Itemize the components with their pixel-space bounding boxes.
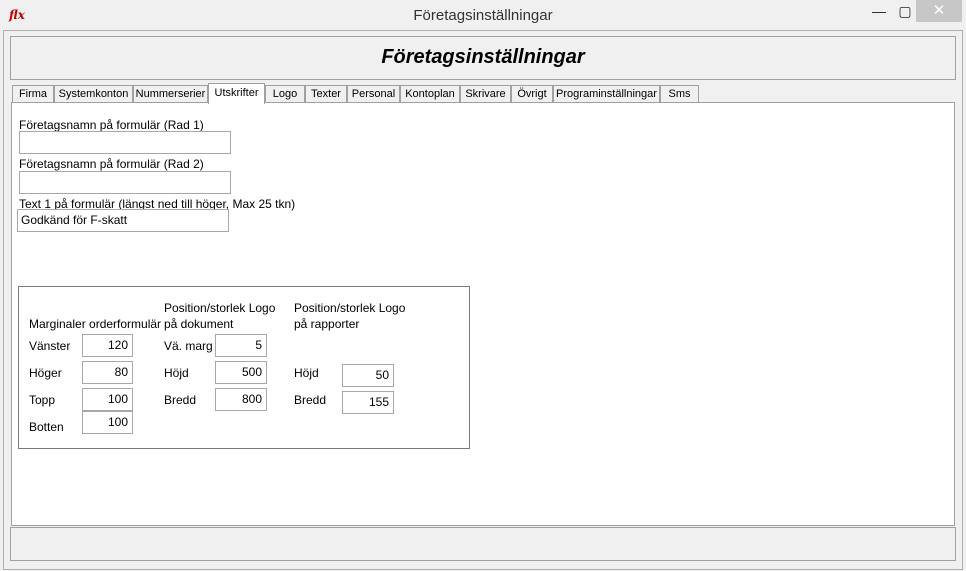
tab-kontoplan[interactable]: Kontoplan [400, 85, 460, 102]
tab-texter[interactable]: Texter [305, 85, 347, 102]
window-title: Företagsinställningar [413, 7, 553, 24]
logo-doc-margin-input[interactable]: 5 [215, 334, 267, 357]
logo-rep-height-input[interactable]: 50 [342, 364, 394, 387]
logo-rep-height-label: Höjd [294, 366, 319, 380]
logo-rep-width-input[interactable]: 155 [342, 391, 394, 414]
margin-top-label: Topp [29, 393, 56, 407]
logo-doc-width-label: Bredd [164, 393, 197, 407]
tab-programinstallningar[interactable]: Programinställningar [553, 85, 660, 102]
logo-doc-height-input[interactable]: 500 [215, 361, 267, 384]
tab-firma[interactable]: Firma [12, 85, 54, 102]
page-title: Företagsinställningar [381, 46, 585, 68]
tab-ovrigt[interactable]: Övrigt [511, 85, 553, 102]
close-button[interactable]: ✕ [916, 0, 962, 22]
logo-rep-width-label: Bredd [294, 393, 327, 407]
logo-doc-height-label: Höjd [164, 366, 189, 380]
rad1-input[interactable] [19, 131, 231, 154]
logo-reports-heading: Position/storlek Logo [294, 301, 406, 315]
rad2-input[interactable] [19, 171, 231, 194]
margin-bottom-label: Botten [29, 420, 64, 434]
logo-doc-margin-label: Vä. marg [164, 339, 213, 353]
rad2-label: Företagsnamn på formulär (Rad 2) [19, 157, 204, 171]
logo-reports-subheading: på rapporter [294, 317, 360, 331]
rad1-label: Företagsnamn på formulär (Rad 1) [19, 118, 204, 132]
margin-left-label: Vänster [29, 339, 71, 353]
tab-utskrifter[interactable]: Utskrifter [208, 83, 265, 104]
tab-sms[interactable]: Sms [660, 85, 699, 102]
logo-document-subheading: på dokument [164, 317, 234, 331]
text1-input[interactable]: Godkänd för F-skatt [17, 209, 229, 232]
tab-systemkonton[interactable]: Systemkonton [54, 85, 133, 102]
logo-document-heading: Position/storlek Logo [164, 301, 276, 315]
logo-doc-width-input[interactable]: 800 [215, 388, 267, 411]
tab-personal[interactable]: Personal [347, 85, 400, 102]
margin-top-input[interactable]: 100 [82, 388, 133, 411]
tab-logo[interactable]: Logo [265, 85, 305, 102]
tab-nummerserier[interactable]: Nummerserier [133, 85, 208, 102]
status-bar [10, 527, 956, 561]
margin-bottom-input[interactable]: 100 [82, 411, 133, 434]
margins-heading: Marginaler orderformulär [29, 317, 162, 331]
tab-skrivare[interactable]: Skrivare [460, 85, 511, 102]
margin-right-label: Höger [29, 366, 62, 380]
margin-left-input[interactable]: 120 [82, 334, 133, 357]
margin-right-input[interactable]: 80 [82, 361, 133, 384]
